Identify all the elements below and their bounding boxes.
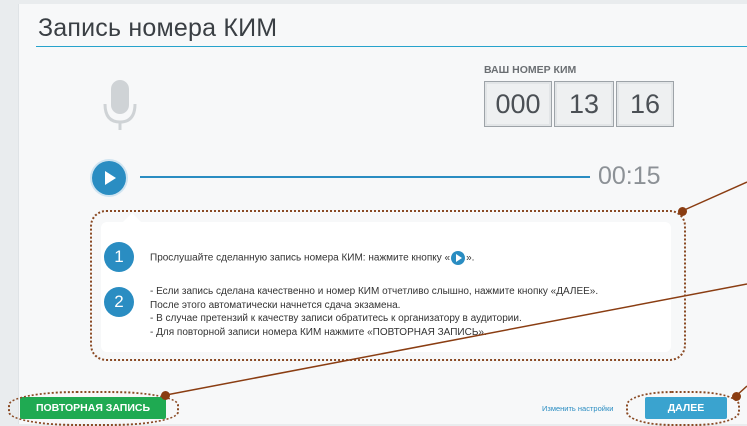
play-button[interactable] — [92, 161, 126, 195]
annotation-oval-next — [626, 391, 740, 426]
step-1-text: Прослушайте сделанную запись номера КИМ:… — [150, 251, 474, 265]
kim-part-2: 13 — [554, 81, 614, 127]
kim-part-3: 16 — [616, 81, 674, 127]
step-2-line-4: - Для повторной записи номера КИМ нажмит… — [150, 326, 487, 338]
playback-time: 00:15 — [598, 162, 661, 190]
annotation-dot-instructions — [678, 207, 687, 216]
play-icon — [451, 251, 466, 265]
annotation-dot-repeat — [161, 391, 170, 400]
playback-progress-bar[interactable] — [140, 176, 590, 178]
step-2-text: - Если запись сделана качественно и номе… — [150, 285, 598, 339]
step-2-line-3: - В случае претензий к качеству записи о… — [150, 313, 522, 324]
step-2-badge: 2 — [104, 287, 134, 317]
step-2-line-2: После этого автоматически начнется сдача… — [150, 299, 401, 311]
step-1-text-before: Прослушайте сделанную запись номера КИМ:… — [150, 252, 451, 264]
microphone-icon — [103, 80, 137, 130]
change-settings-link[interactable]: Изменить настройки — [542, 404, 613, 413]
kim-caption: ВАШ НОМЕР КИМ — [484, 64, 577, 76]
kim-part-1: 000 — [484, 81, 552, 127]
step-1-badge: 1 — [104, 242, 134, 272]
page-title: Запись номера КИМ — [38, 14, 278, 42]
annotation-oval-repeat — [8, 391, 179, 426]
title-divider — [36, 46, 747, 47]
annotation-dot-next — [732, 392, 741, 401]
step-2-line-1: - Если запись сделана качественно и номе… — [150, 286, 599, 297]
step-1-text-after: ». — [466, 252, 475, 264]
